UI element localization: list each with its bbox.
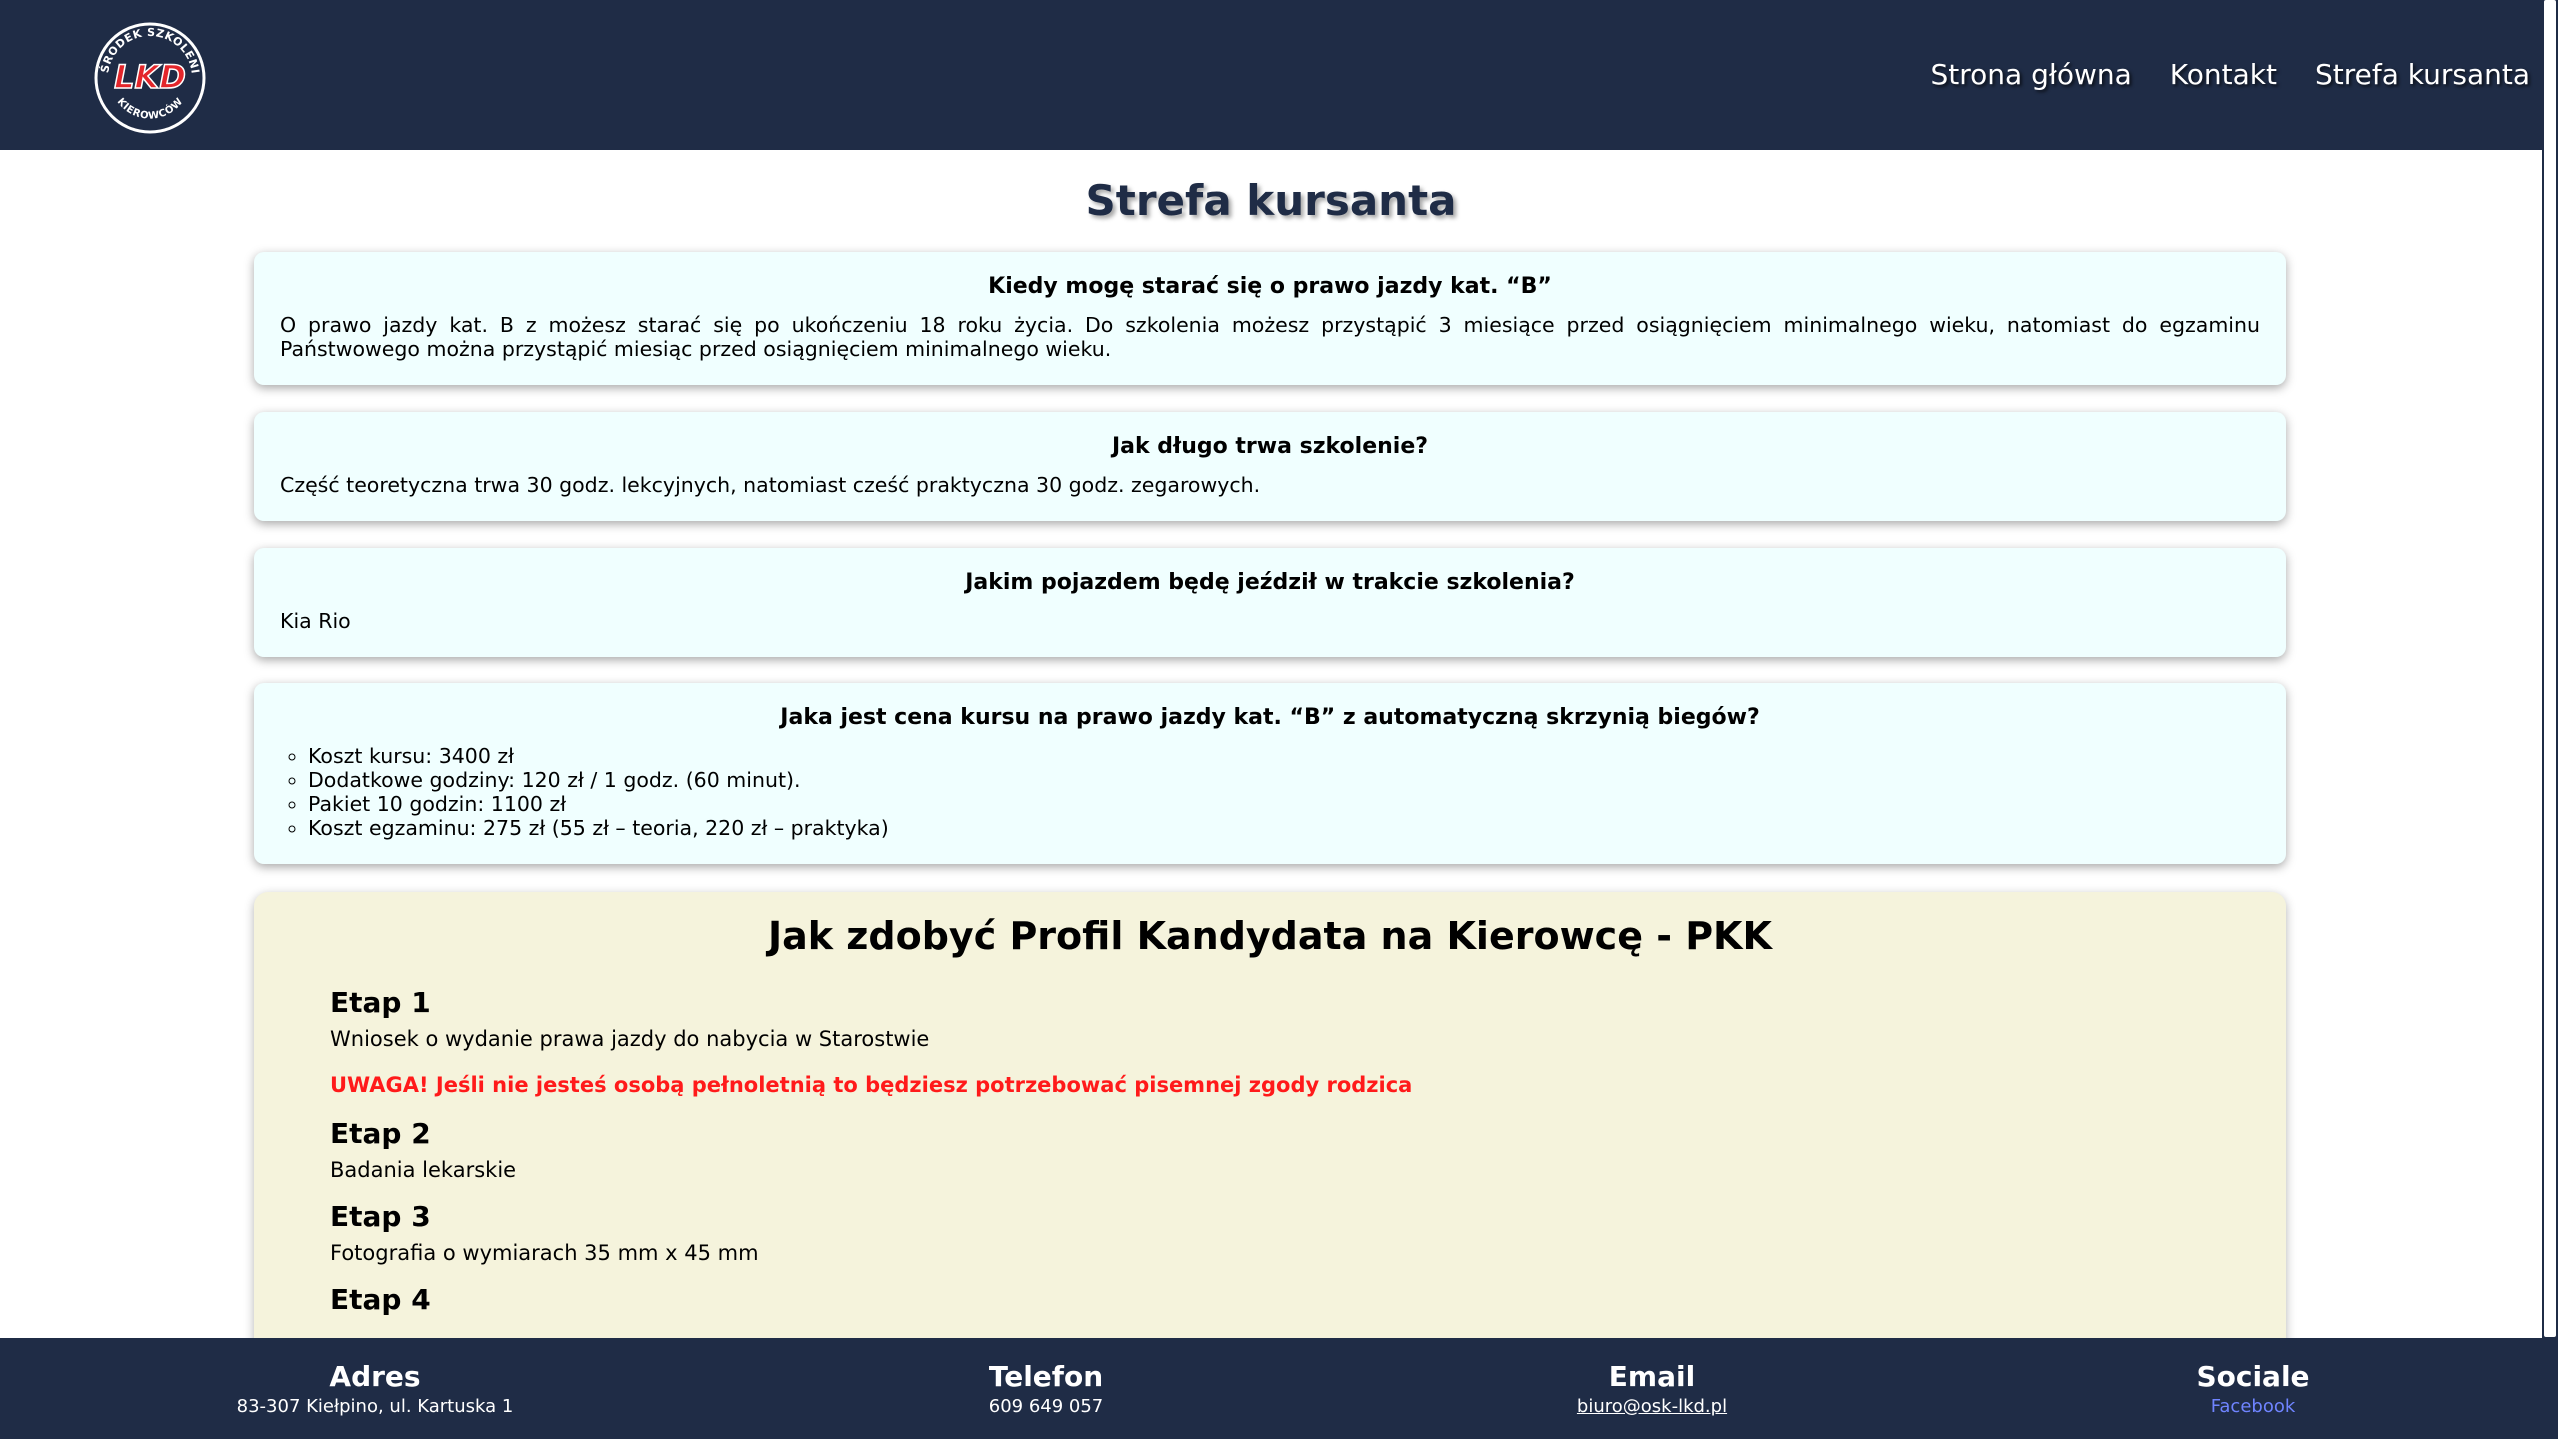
stage-title: Etap 1	[330, 986, 431, 1019]
logo-brand: LKD	[114, 58, 186, 96]
footer-heading: Email	[1608, 1360, 1696, 1393]
list-item: Koszt egzaminu: 275 zł (55 zł – teoria, …	[308, 816, 2260, 840]
facebook-link[interactable]: Facebook	[2211, 1396, 2296, 1417]
nav-link-home[interactable]: Strona główna	[1931, 58, 2132, 91]
page-title: Strefa kursanta	[1085, 176, 1457, 225]
price-list: Koszt kursu: 3400 zł Dodatkowe godziny: …	[280, 744, 2260, 840]
footer-email: Email biuro@osk-lkd.pl	[1577, 1360, 1727, 1418]
pkk-section: Jak zdobyć Profil Kandydata na Kierowcę …	[254, 892, 2286, 1338]
footer-address: Adres 83-307 Kiełpino, ul. Kartuska 1	[236, 1360, 514, 1418]
warning-text: UWAGA! Jeśli nie jesteś osobą pełnoletni…	[330, 1073, 1413, 1097]
page-scrollbar[interactable]	[2542, 0, 2558, 1439]
list-item: Pakiet 10 godzin: 1100 zł	[308, 792, 2260, 816]
svg-text:KIEROWCÓW: KIEROWCÓW	[115, 96, 186, 122]
pkk-title: Jak zdobyć Profil Kandydata na Kierowcę …	[768, 914, 1772, 958]
footer-heading: Telefon	[988, 1360, 1104, 1393]
logo-bottom-text: KIEROWCÓW	[115, 96, 185, 122]
faq-answer: O prawo jazdy kat. B z możesz starać się…	[280, 313, 2260, 361]
footer-heading: Sociale	[2196, 1360, 2310, 1393]
scrollbar-thumb[interactable]	[2544, 0, 2556, 1337]
faq-card-age: Kiedy mogę starać się o prawo jazdy kat.…	[254, 252, 2286, 385]
list-item: Koszt kursu: 3400 zł	[308, 744, 2260, 768]
faq-card-vehicle: Jakim pojazdem będę jeździł w trakcie sz…	[254, 548, 2286, 657]
footer-heading: Adres	[329, 1360, 421, 1393]
lkd-logo[interactable]: OŚRODEK SZKOLENIA KIEROWCÓW LKD	[88, 16, 212, 140]
faq-question: Kiedy mogę starać się o prawo jazdy kat.…	[988, 274, 1552, 299]
faq-question: Jakim pojazdem będę jeździł w trakcie sz…	[965, 570, 1575, 595]
main-content: Strefa kursanta Kiedy mogę starać się o …	[0, 150, 2542, 1338]
email-link[interactable]: biuro@osk-lkd.pl	[1577, 1396, 1727, 1417]
faq-answer: Kia Rio	[280, 609, 351, 633]
list-item: Dodatkowe godziny: 120 zł / 1 godz. (60 …	[308, 768, 2260, 792]
faq-question: Jaka jest cena kursu na prawo jazdy kat.…	[780, 705, 1760, 730]
stage-title: Etap 3	[330, 1200, 431, 1233]
footer-social: Sociale Facebook	[2196, 1360, 2310, 1418]
faq-card-duration: Jak długo trwa szkolenie? Część teoretyc…	[254, 412, 2286, 521]
nav-link-student-zone[interactable]: Strefa kursanta	[2315, 58, 2530, 91]
stage-text: Badania lekarskie	[330, 1158, 517, 1182]
footer-phone-value: 609 649 057	[988, 1396, 1104, 1417]
stage-title: Etap 4	[330, 1283, 431, 1316]
stage-text: Wniosek o wydanie prawa jazdy do nabycia…	[330, 1027, 930, 1051]
page: OŚRODEK SZKOLENIA KIEROWCÓW LKD Strona g…	[0, 0, 2558, 1439]
nav-link-contact[interactable]: Kontakt	[2170, 58, 2277, 91]
site-header: OŚRODEK SZKOLENIA KIEROWCÓW LKD Strona g…	[0, 0, 2542, 150]
faq-answer: Część teoretyczna trwa 30 godz. lekcyjny…	[280, 473, 1261, 497]
faq-question: Jak długo trwa szkolenie?	[1111, 434, 1428, 459]
stage-text: Fotografia o wymiarach 35 mm x 45 mm	[330, 1241, 759, 1265]
stage-title: Etap 2	[330, 1117, 431, 1150]
faq-card-price: Jaka jest cena kursu na prawo jazdy kat.…	[254, 683, 2286, 864]
footer-address-value: 83-307 Kiełpino, ul. Kartuska 1	[236, 1396, 514, 1417]
footer-phone: Telefon 609 649 057	[988, 1360, 1104, 1418]
main-nav: Strona główna Kontakt Strefa kursanta	[1931, 58, 2530, 91]
site-footer: Adres 83-307 Kiełpino, ul. Kartuska 1 Te…	[0, 1338, 2542, 1439]
